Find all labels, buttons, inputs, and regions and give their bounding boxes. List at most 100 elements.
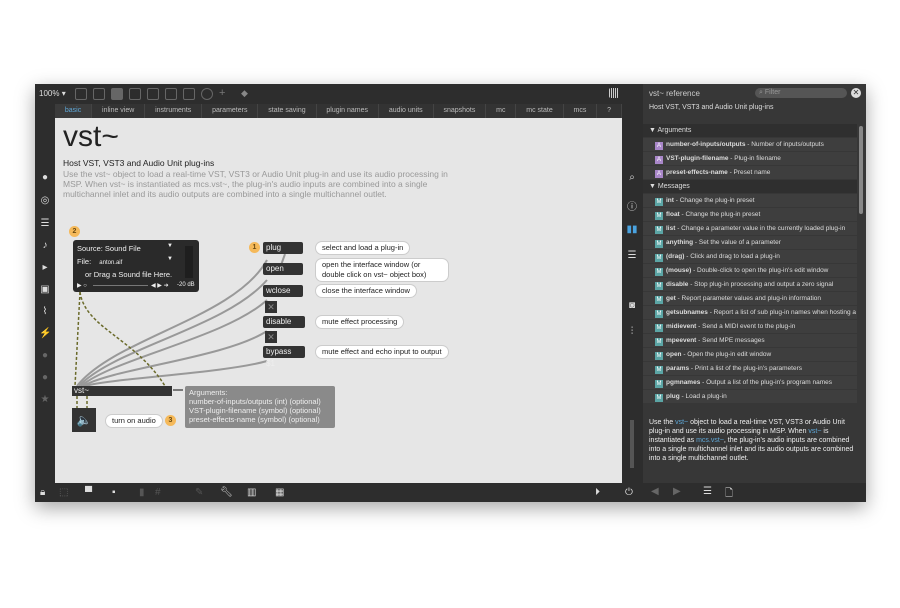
number-icon[interactable] [165, 88, 177, 100]
transport-icons[interactable]: ◀ ▶ ➜ [151, 282, 169, 289]
vst-link[interactable]: vst~ [675, 419, 688, 426]
tab-plugin-names[interactable]: plugin names [317, 104, 379, 118]
reference-icon[interactable]: ▮▮ [626, 224, 638, 235]
slider-icon[interactable] [183, 88, 195, 100]
message-item[interactable]: Mplug - Load a plug-in [643, 390, 857, 403]
messages-section[interactable]: ▼ Messages [643, 180, 857, 193]
comment-icon[interactable] [111, 88, 123, 100]
message-icon[interactable] [93, 88, 105, 100]
vst-object[interactable]: vst~ [72, 386, 172, 396]
vst-link[interactable]: vst~ [808, 428, 821, 435]
menu-icon[interactable]: ☰ [703, 486, 712, 497]
arguments-section[interactable]: ▼ Arguments [643, 124, 857, 137]
chevron-down-icon[interactable]: ▼ [167, 256, 173, 262]
argument-item[interactable]: Apreset-effects-name - Preset name [643, 166, 857, 179]
chevron-down-icon[interactable]: ▼ [167, 243, 173, 249]
button-icon[interactable] [129, 88, 141, 100]
mcs-vst-link[interactable]: mcs.vst~ [696, 437, 724, 444]
position-slider[interactable] [93, 285, 148, 286]
select-icon[interactable]: ⬚ [59, 487, 68, 498]
plug-message[interactable]: plug [263, 242, 303, 254]
tab-state-saving[interactable]: state saving [258, 104, 317, 118]
play-icon[interactable]: ▶ ○ [77, 282, 87, 289]
align-icon[interactable]: ▮ [139, 487, 145, 498]
wrench-icon[interactable]: 🔧︎ [220, 487, 233, 498]
filter-input[interactable]: ⌕ Filter [755, 88, 847, 98]
message-item[interactable]: Mfloat - Change the plug-in preset [643, 208, 857, 221]
image-icon[interactable]: ▣ [39, 284, 51, 296]
grid-icon[interactable] [609, 88, 619, 98]
bypass-toggle[interactable]: ✕ [265, 331, 277, 343]
tab-mc[interactable]: mc [486, 104, 517, 118]
message-item[interactable]: Manything - Set the value of a parameter [643, 236, 857, 249]
piano-icon[interactable]: ▥ [247, 487, 256, 498]
message-item[interactable]: Mgetsubnames - Report a list of sub plug… [643, 306, 857, 319]
message-item[interactable]: Mmpeevent - Send MPE messages [643, 334, 857, 347]
search-icon[interactable]: ⌕ [626, 172, 638, 183]
forward-icon[interactable]: ▶ [673, 486, 681, 497]
list-icon[interactable]: ☰ [626, 250, 638, 261]
open-message[interactable]: open [263, 263, 303, 275]
message-item[interactable]: Mint - Change the plug-in preset [643, 194, 857, 207]
clock-icon[interactable]: ● [39, 372, 51, 384]
camera-icon[interactable]: ◙ [626, 300, 638, 311]
star-icon[interactable]: ★ [39, 394, 51, 406]
power-icon[interactable]: ⏻ [625, 487, 633, 498]
target-icon[interactable]: ◎ [39, 195, 51, 207]
file-name[interactable]: anton.aif [99, 260, 122, 266]
disable-toggle[interactable]: ✕ [265, 301, 277, 313]
argument-item[interactable]: A VST-plugin-filename - Plug-in filename [643, 152, 857, 165]
message-item[interactable]: Mdisable - Stop plug-in processing and o… [643, 278, 857, 291]
message-item[interactable]: Mparams - Print a list of the plug-in's … [643, 362, 857, 375]
message-item[interactable]: Mpgmnames - Output a list of the plug-in… [643, 376, 857, 389]
message-item[interactable]: Mmidievent - Send a MIDI event to the pl… [643, 320, 857, 333]
tab-snapshots[interactable]: snapshots [434, 104, 487, 118]
ezdac-speaker-icon[interactable]: 🔈 [72, 408, 96, 432]
tab-mc-state[interactable]: mc state [516, 104, 564, 118]
scrollbar[interactable] [859, 126, 863, 214]
patcher-canvas[interactable]: vst~ Host VST, VST3 and Audio Unit plug-… [55, 118, 622, 483]
lock-icon[interactable]: 🔒︎ [40, 487, 45, 498]
gain-slider[interactable] [185, 246, 193, 278]
tab-help[interactable]: ? [597, 104, 622, 118]
palette-icon[interactable]: ● [39, 172, 51, 184]
play-icon[interactable]: ⏵ [595, 487, 600, 498]
tab-parameters[interactable]: parameters [202, 104, 259, 118]
music-icon[interactable]: ♪ [39, 240, 51, 252]
tab-mcs[interactable]: mcs [564, 104, 598, 118]
keyboard-icon[interactable]: ▦ [275, 487, 284, 498]
message-item[interactable]: Mget - Report parameter values and plug-… [643, 292, 857, 305]
wclose-message[interactable]: wclose [263, 285, 303, 297]
info-icon[interactable]: ⓘ [626, 198, 638, 213]
message-item[interactable]: Mopen - Open the plug-in edit window [643, 348, 857, 361]
debug-icon[interactable]: ✎ [195, 487, 203, 498]
plug-icon[interactable]: ⚡ [39, 328, 51, 340]
add-icon[interactable]: + [219, 88, 229, 99]
close-icon[interactable]: ✕ [851, 88, 861, 98]
source-select[interactable]: Source: Sound File [77, 244, 141, 253]
grid-icon[interactable]: # [155, 487, 161, 498]
dial-icon[interactable] [201, 88, 213, 100]
tab-audio-units[interactable]: audio units [379, 104, 434, 118]
message-item[interactable]: M (mouse) - Double-click to open the plug… [643, 264, 857, 277]
disable-message[interactable]: disable $1 [263, 316, 305, 338]
message-item[interactable]: Mlist - Change a parameter value in the … [643, 222, 857, 235]
tab-inline-view[interactable]: inline view [92, 104, 146, 118]
back-icon[interactable]: ◀ [651, 486, 659, 497]
presentation-icon[interactable]: ▀ [85, 487, 92, 498]
document-icon[interactable]: 🗋 [725, 486, 733, 503]
playlist-player[interactable]: Source: Sound File ▼ File: anton.aif ▼ o… [73, 240, 199, 292]
toggle-icon[interactable] [147, 88, 159, 100]
p-icon[interactable]: ● [39, 350, 51, 362]
new-object-icon[interactable] [75, 88, 87, 100]
list-icon[interactable]: ☰ [39, 218, 51, 230]
message-item[interactable]: M (drag) - Click and drag to load a plug-… [643, 250, 857, 263]
tab-instruments[interactable]: instruments [145, 104, 203, 118]
argument-item[interactable]: Anumber-of-inputs/outputs - Number of in… [643, 138, 857, 151]
paperclip-icon[interactable]: ⌇ [39, 306, 51, 318]
tab-basic[interactable]: basic [55, 104, 93, 118]
paint-icon[interactable]: ◆ [241, 88, 251, 98]
zoom-select[interactable]: 100% ▾ [39, 89, 66, 98]
presentation-icon[interactable]: ▸ [39, 262, 51, 274]
reference-list[interactable]: ▼ Arguments Anumber-of-inputs/outputs - … [643, 124, 857, 409]
